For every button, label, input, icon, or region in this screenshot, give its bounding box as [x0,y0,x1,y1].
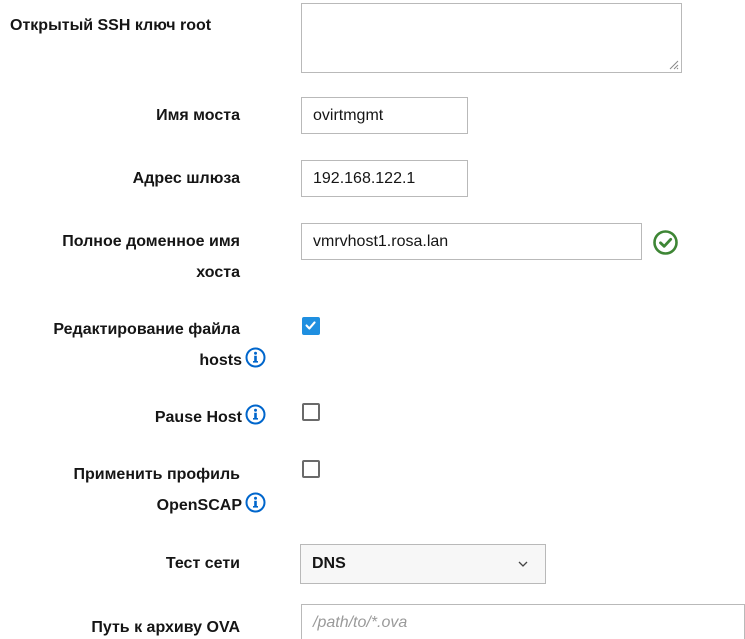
ssh-key-label: Открытый SSH ключ root [10,17,212,34]
info-circle-icon[interactable] [245,404,266,425]
info-circle-icon[interactable] [245,347,266,368]
network-test-selected: DNS [312,555,346,572]
pause-host-checkbox[interactable] [302,403,320,421]
resize-grip-icon[interactable] [667,58,679,70]
hosted-engine-form: Открытый SSH ключ root Имя моста ovirtmg… [0,0,745,639]
chevron-down-icon [518,561,528,567]
ova-path-input[interactable]: /path/to/*.ova [301,604,745,639]
openscap-checkbox[interactable] [302,460,320,478]
pause-host-label: Pause Host [0,402,266,433]
openscap-label: Применить профиль OpenSCAP [0,459,266,521]
gateway-label: Адрес шлюза [132,170,240,187]
fqdn-input[interactable]: vmrvhost1.rosa.lan [301,223,642,260]
network-test-select[interactable]: DNS [300,544,546,584]
network-test-label: Тест сети [165,555,240,572]
bridge-name-label: Имя моста [156,107,240,124]
ova-path-label: Путь к архиву OVA [91,619,240,636]
info-circle-icon[interactable] [245,492,266,513]
checkmark-icon [305,321,316,330]
fqdn-label: Полное доменное имя хоста [62,233,240,281]
edit-hosts-label: Редактирование файла hosts [0,314,266,376]
check-circle-icon [653,230,678,255]
edit-hosts-checkbox[interactable] [302,317,320,335]
bridge-name-input[interactable]: ovirtmgmt [301,97,468,134]
gateway-input[interactable]: 192.168.122.1 [301,160,468,197]
ssh-key-textarea[interactable] [301,3,682,73]
